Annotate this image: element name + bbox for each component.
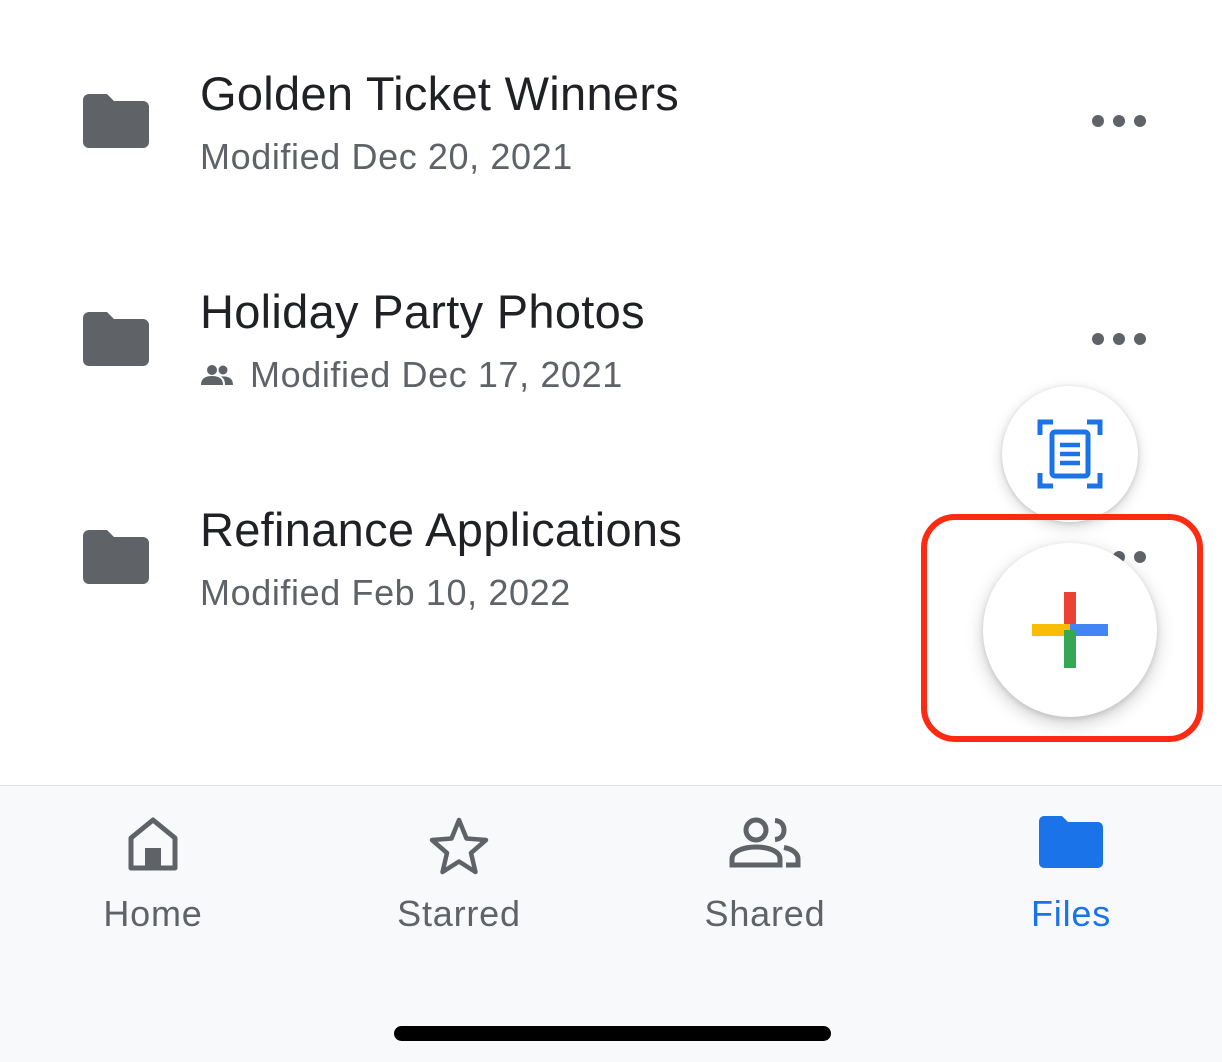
folder-icon bbox=[1039, 816, 1103, 868]
file-modified-date: Modified Dec 17, 2021 bbox=[200, 354, 623, 396]
people-icon bbox=[729, 817, 801, 868]
more-options-icon[interactable] bbox=[1088, 324, 1150, 354]
nav-item-shared[interactable]: Shared bbox=[612, 786, 918, 946]
nav-label-starred: Starred bbox=[397, 893, 521, 934]
file-modified-label: Modified Dec 17, 2021 bbox=[250, 354, 623, 395]
nav-item-home[interactable]: Home bbox=[0, 786, 306, 946]
new-button[interactable] bbox=[983, 543, 1157, 717]
bottom-navigation-bar: Home Starred Shared Files bbox=[0, 785, 1222, 1062]
file-name: Golden Ticket Winners bbox=[200, 67, 680, 120]
file-modified-date: Modified Dec 20, 2021 bbox=[200, 136, 573, 178]
nav-item-starred[interactable]: Starred bbox=[306, 786, 612, 946]
more-options-icon[interactable] bbox=[1088, 106, 1150, 136]
home-icon bbox=[128, 817, 178, 871]
folder-icon bbox=[83, 530, 149, 584]
plus-multicolor-icon bbox=[1032, 592, 1108, 668]
home-indicator-bar[interactable] bbox=[394, 1026, 831, 1041]
folder-icon bbox=[83, 312, 149, 366]
file-modified-date: Modified Feb 10, 2022 bbox=[200, 572, 571, 614]
nav-label-shared: Shared bbox=[704, 893, 826, 934]
scan-document-button[interactable] bbox=[1002, 386, 1138, 522]
shared-people-icon bbox=[201, 365, 233, 385]
file-name: Refinance Applications bbox=[200, 503, 683, 556]
nav-label-home: Home bbox=[103, 893, 203, 934]
file-modified-label: Modified Feb 10, 2022 bbox=[200, 572, 571, 613]
folder-icon bbox=[83, 94, 149, 148]
drive-files-screen: Golden Ticket Winners Modified Dec 20, 2… bbox=[0, 0, 1222, 1062]
file-modified-label: Modified Dec 20, 2021 bbox=[200, 136, 573, 177]
star-icon bbox=[429, 817, 489, 875]
nav-label-files: Files bbox=[1030, 893, 1111, 934]
file-row[interactable]: Golden Ticket Winners Modified Dec 20, 2… bbox=[0, 30, 1222, 220]
file-name: Holiday Party Photos bbox=[200, 285, 645, 338]
nav-item-files[interactable]: Files bbox=[918, 786, 1222, 946]
document-scan-icon bbox=[1037, 419, 1103, 489]
